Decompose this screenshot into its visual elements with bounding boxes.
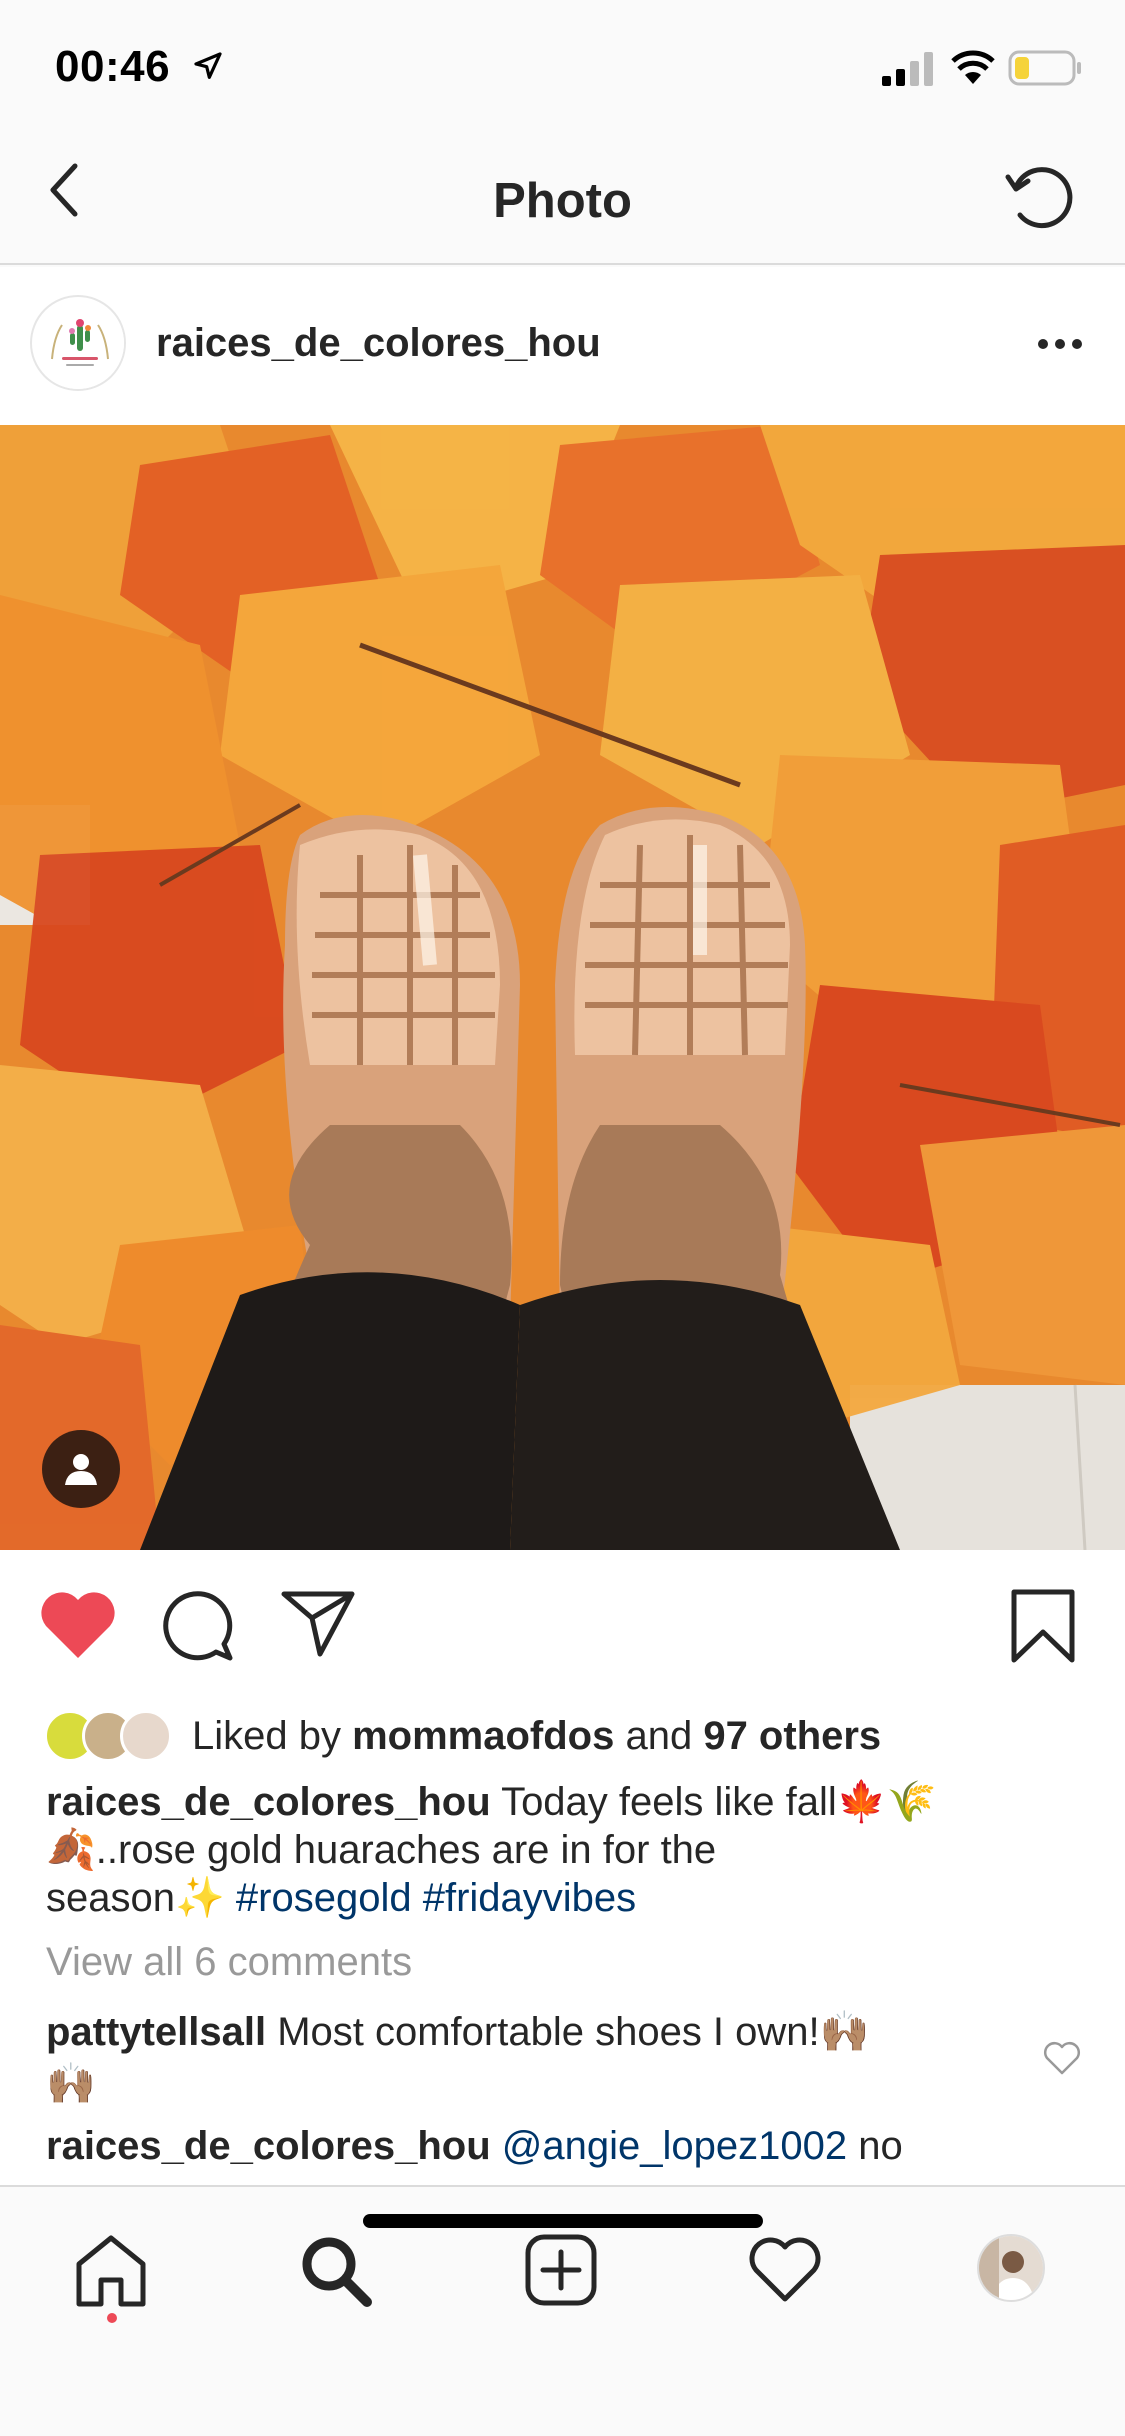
refresh-icon <box>1005 167 1073 229</box>
caption: raices_de_colores_hou Today feels like f… <box>46 1778 1056 1922</box>
hashtag-link[interactable]: #fridayvibes <box>423 1876 636 1920</box>
comment-button[interactable] <box>160 1588 236 1664</box>
more-options-button[interactable] <box>1030 319 1090 369</box>
comment-username[interactable]: pattytellsall <box>46 2010 266 2054</box>
notification-dot <box>107 2313 117 2323</box>
profile-avatar <box>979 2236 1043 2300</box>
post-actions <box>0 1550 1125 1700</box>
refresh-button[interactable] <box>1000 155 1080 235</box>
likes-prefix: Liked by <box>192 1713 353 1758</box>
wifi-icon <box>951 50 995 84</box>
more-dots-icon <box>1038 339 1082 349</box>
liker-avatar <box>120 1710 172 1762</box>
likes-text: Liked by mommaofdos and 97 others <box>192 1714 881 1759</box>
status-time: 00:46 <box>55 42 171 91</box>
add-post-icon <box>525 2234 597 2306</box>
post-username[interactable]: raices_de_colores_hou <box>156 321 601 366</box>
user-tags-button[interactable] <box>42 1430 120 1508</box>
comment-like-button[interactable] <box>1042 2040 1082 2081</box>
tab-new-post[interactable] <box>516 2225 606 2315</box>
post-photo[interactable] <box>0 425 1125 1550</box>
bookmark-icon <box>1011 1589 1075 1663</box>
status-bar: 00:46 <box>0 0 1125 135</box>
hashtag-link[interactable]: #rosegold <box>236 1876 412 1920</box>
tab-activity[interactable] <box>740 2225 830 2315</box>
caption-text: season✨ <box>46 1876 236 1920</box>
home-icon <box>76 2235 146 2307</box>
share-button[interactable] <box>280 1588 356 1658</box>
send-icon <box>281 1591 355 1657</box>
page-title: Photo <box>493 174 632 228</box>
comment-text: 🙌🏽 <box>46 2062 96 2106</box>
heart-outline-icon <box>749 2237 821 2302</box>
avatar[interactable] <box>30 295 126 391</box>
tab-profile[interactable] <box>977 2234 1045 2302</box>
home-indicator[interactable] <box>363 2214 763 2228</box>
heart-filled-icon <box>41 1592 115 1658</box>
comment-username[interactable]: raices_de_colores_hou <box>46 2124 491 2168</box>
like-button[interactable] <box>38 1588 118 1660</box>
save-button[interactable] <box>1010 1588 1076 1664</box>
caption-text: Today feels like fall🍁🌾 <box>490 1780 937 1824</box>
comment-bubble-icon <box>163 1591 233 1661</box>
caption-username[interactable]: raices_de_colores_hou <box>46 1780 491 1824</box>
comment-item: pattytellsall Most comfortable shoes I o… <box>46 2006 1006 2110</box>
comment-item: raices_de_colores_hou @angie_lopez1002 n… <box>46 2120 1006 2172</box>
mention-link[interactable]: @angie_lopez1002 <box>502 2124 847 2168</box>
battery-icon <box>1008 50 1081 86</box>
tab-search[interactable] <box>290 2225 380 2315</box>
view-all-comments-link[interactable]: View all 6 comments <box>46 1940 412 1985</box>
search-icon <box>302 2237 372 2307</box>
post-header: raices_de_colores_hou <box>0 267 1125 425</box>
post-content: Liked by mommaofdos and 97 others raices… <box>0 1690 1125 2185</box>
likes-row[interactable]: Liked by mommaofdos and 97 others <box>44 1700 881 1772</box>
heart-outline-icon <box>1044 2042 1080 2075</box>
tab-home[interactable] <box>66 2225 156 2315</box>
likes-and: and <box>614 1713 704 1758</box>
caption-text: 🍂..rose gold huaraches are in for the <box>46 1828 717 1872</box>
person-icon <box>65 1454 97 1485</box>
liker-username[interactable]: mommaofdos <box>352 1714 614 1758</box>
comment-text: no <box>847 2124 903 2168</box>
comment-text: Most comfortable shoes I own!🙌🏽 <box>266 2010 870 2054</box>
location-arrow-icon <box>194 52 222 79</box>
brand-logo-icon <box>34 299 124 389</box>
photo-illustration <box>0 425 1125 1550</box>
nav-bar: Photo <box>0 135 1125 265</box>
likes-others[interactable]: 97 others <box>703 1714 881 1758</box>
cellular-signal-icon <box>882 52 933 86</box>
